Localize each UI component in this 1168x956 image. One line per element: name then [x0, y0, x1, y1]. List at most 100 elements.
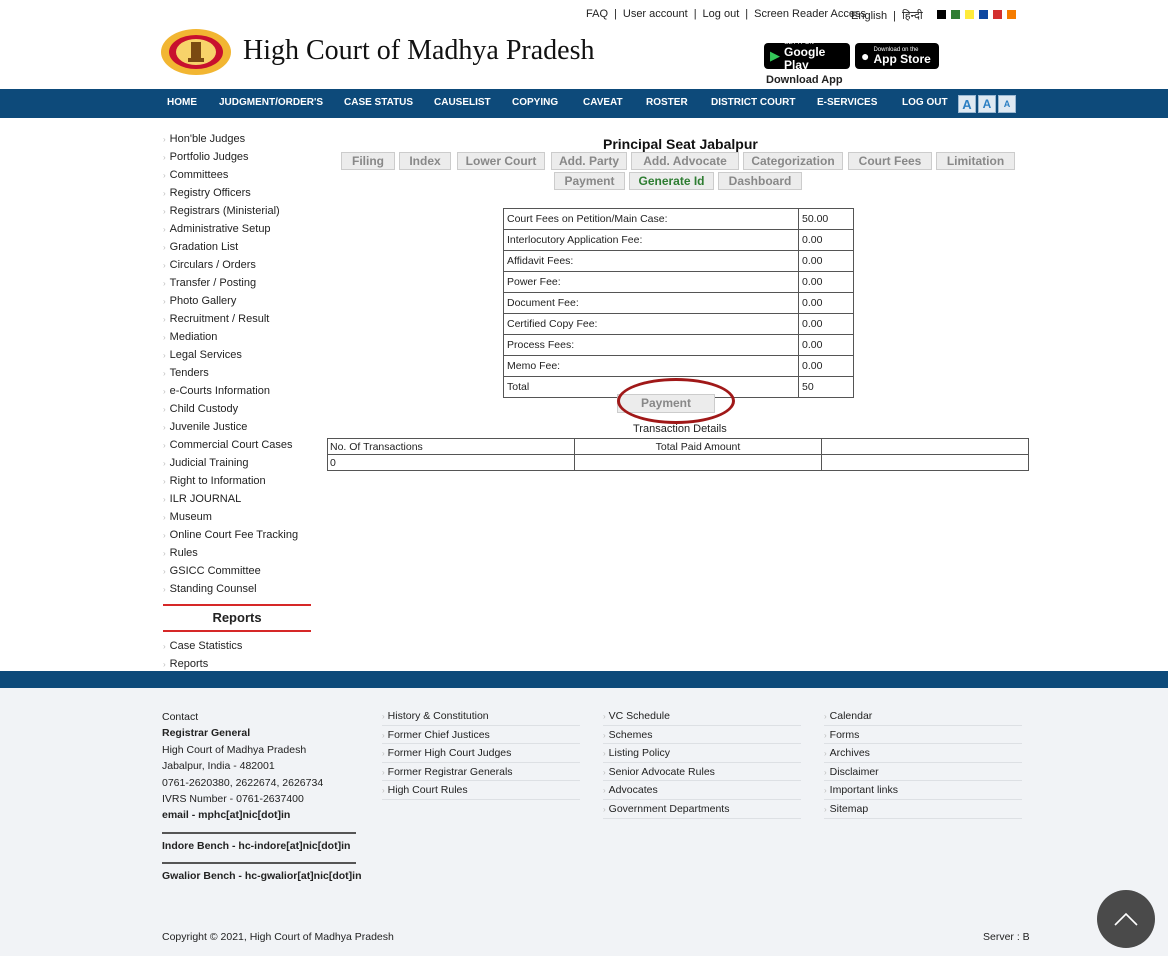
- sidebar-item-juvenile-justice[interactable]: › Juvenile Justice: [163, 419, 313, 437]
- copyright: Copyright © 2021, High Court of Madhya P…: [162, 931, 394, 943]
- nav-district-court[interactable]: DISTRICT COURT: [711, 97, 795, 108]
- footer-link-archives[interactable]: › Archives: [824, 744, 1022, 763]
- tab-dashboard[interactable]: Dashboard: [718, 172, 802, 190]
- sidebar-item-child-custody[interactable]: › Child Custody: [163, 401, 313, 419]
- footer-link-vc-schedule[interactable]: › VC Schedule: [603, 707, 801, 726]
- footer-link-forms[interactable]: › Forms: [824, 726, 1022, 745]
- sidebar-item-ilr-journal[interactable]: › ILR JOURNAL: [163, 491, 313, 509]
- nav-home[interactable]: HOME: [167, 97, 197, 108]
- theme-swatch-yellow[interactable]: [965, 10, 974, 19]
- font-decrease-button[interactable]: A: [998, 95, 1016, 113]
- sidebar-item-judicial-training[interactable]: › Judicial Training: [163, 455, 313, 473]
- tab-index[interactable]: Index: [399, 152, 451, 170]
- sidebar-item-committees[interactable]: › Committees: [163, 167, 313, 185]
- app-store-button[interactable]: ● Download on the App Store: [855, 43, 939, 69]
- tab-categorization[interactable]: Categorization: [743, 152, 843, 170]
- footer-link-listing-policy[interactable]: › Listing Policy: [603, 744, 801, 763]
- sidebar-item-right-to-information[interactable]: › Right to Information: [163, 473, 313, 491]
- nav-causelist[interactable]: CAUSELIST: [434, 97, 491, 108]
- sidebar-item-recruitment-result[interactable]: › Recruitment / Result: [163, 311, 313, 329]
- footer-link-former-registrar-generals[interactable]: › Former Registrar Generals: [382, 763, 580, 782]
- payment-button[interactable]: Payment: [617, 394, 715, 413]
- sidebar-item-museum[interactable]: › Museum: [163, 509, 313, 527]
- sidebar-item-hon-ble-judges[interactable]: › Hon'ble Judges: [163, 131, 313, 149]
- footer-link-advocates[interactable]: › Advocates: [603, 781, 801, 800]
- sidebar-item-e-courts-information[interactable]: › e-Courts Information: [163, 383, 313, 401]
- theme-swatch-red[interactable]: [993, 10, 1002, 19]
- play-icon: ▶: [770, 48, 780, 63]
- fee-value: 50: [798, 376, 854, 398]
- table-row: Memo Fee: 0.00: [503, 355, 854, 377]
- divider: [162, 831, 356, 834]
- font-normal-button[interactable]: A: [978, 95, 996, 113]
- sidebar-item-gsicc-committee[interactable]: › GSICC Committee: [163, 563, 313, 581]
- sidebar-item-administrative-setup[interactable]: › Administrative Setup: [163, 221, 313, 239]
- theme-swatch-green[interactable]: [951, 10, 960, 19]
- sidebar-item-circulars-orders[interactable]: › Circulars / Orders: [163, 257, 313, 275]
- lang-english-link[interactable]: English: [851, 10, 887, 22]
- report-item-case-statistics[interactable]: › Case Statistics: [163, 638, 313, 656]
- sidebar-item-rules[interactable]: › Rules: [163, 545, 313, 563]
- nav-judgment-orders[interactable]: JUDGMENT/ORDER'S: [219, 97, 323, 108]
- sidebar-item-mediation[interactable]: › Mediation: [163, 329, 313, 347]
- tab-court-fees[interactable]: Court Fees: [848, 152, 932, 170]
- sidebar-item-commercial-court-cases[interactable]: › Commercial Court Cases: [163, 437, 313, 455]
- nav-copying[interactable]: COPYING: [512, 97, 558, 108]
- footer-link-high-court-rules[interactable]: › High Court Rules: [382, 781, 580, 800]
- footer-link-schemes[interactable]: › Schemes: [603, 726, 801, 745]
- log-out-link[interactable]: Log out: [703, 8, 740, 20]
- sidebar-item-registry-officers[interactable]: › Registry Officers: [163, 185, 313, 203]
- top-utility-bar: FAQ | User account | Log out | Screen Reader A…: [0, 8, 1168, 24]
- site-title[interactable]: High Court of Madhya Pradesh: [243, 35, 595, 67]
- footer-link-former-high-court-judges[interactable]: › Former High Court Judges: [382, 744, 580, 763]
- footer-link-disclaimer[interactable]: › Disclaimer: [824, 763, 1022, 782]
- footer-link-former-chief-justices[interactable]: › Former Chief Justices: [382, 726, 580, 745]
- footer-link-sitemap[interactable]: › Sitemap: [824, 800, 1022, 819]
- sidebar-item-transfer-posting[interactable]: › Transfer / Posting: [163, 275, 313, 293]
- tab-filing[interactable]: Filing: [341, 152, 395, 170]
- fee-value: 0.00: [798, 292, 854, 314]
- sidebar-item-photo-gallery[interactable]: › Photo Gallery: [163, 293, 313, 311]
- chevron-right-icon: ›: [163, 660, 166, 669]
- high-court-emblem-logo[interactable]: [160, 28, 232, 76]
- sidebar-item-tenders[interactable]: › Tenders: [163, 365, 313, 383]
- sidebar-item-legal-services[interactable]: › Legal Services: [163, 347, 313, 365]
- tab-generate-id[interactable]: Generate Id: [629, 172, 714, 190]
- font-increase-button[interactable]: A: [958, 95, 976, 113]
- tab-lower-court[interactable]: Lower Court: [457, 152, 545, 170]
- table-header-row: No. Of Transactions Total Paid Amount: [327, 438, 1029, 455]
- nav-case-status[interactable]: CASE STATUS: [344, 97, 413, 108]
- footer-link-calendar[interactable]: › Calendar: [824, 707, 1022, 726]
- sidebar-item-portfolio-judges[interactable]: › Portfolio Judges: [163, 149, 313, 167]
- tab-add-advocate[interactable]: Add. Advocate: [631, 152, 739, 170]
- footer-link-history-constitution[interactable]: › History & Constitution: [382, 707, 580, 726]
- lang-hindi-link[interactable]: हिन्दी: [902, 10, 923, 22]
- footer-link-label: Important links: [829, 784, 898, 797]
- footer-link-government-departments[interactable]: › Government Departments: [603, 800, 801, 819]
- sidebar-item-gradation-list[interactable]: › Gradation List: [163, 239, 313, 257]
- chevron-right-icon: ›: [163, 387, 166, 396]
- nav-e-services[interactable]: E-SERVICES: [817, 97, 877, 108]
- google-play-button[interactable]: ▶ GET IT ON Google Play: [764, 40, 850, 72]
- table-row: Affidavit Fees: 0.00: [503, 250, 854, 272]
- theme-swatch-black[interactable]: [937, 10, 946, 19]
- phone-numbers: 0761-2620380, 2622674, 2626734: [162, 776, 324, 789]
- tab-limitation[interactable]: Limitation: [936, 152, 1015, 170]
- screen-reader-link[interactable]: Screen Reader Access: [754, 8, 866, 20]
- nav-roster[interactable]: ROSTER: [646, 97, 688, 108]
- footer-link-senior-advocate-rules[interactable]: › Senior Advocate Rules: [603, 763, 801, 782]
- theme-swatch-orange[interactable]: [1007, 10, 1016, 19]
- tab-add-party[interactable]: Add. Party: [551, 152, 627, 170]
- faq-link[interactable]: FAQ: [586, 8, 608, 20]
- tab-payment[interactable]: Payment: [554, 172, 625, 190]
- back-to-top-button[interactable]: [1097, 890, 1155, 948]
- sidebar-item-standing-counsel[interactable]: › Standing Counsel: [163, 581, 313, 599]
- theme-swatch-blue[interactable]: [979, 10, 988, 19]
- nav-caveat[interactable]: CAVEAT: [583, 97, 623, 108]
- user-account-link[interactable]: User account: [623, 8, 688, 20]
- nav-log-out[interactable]: LOG OUT: [902, 97, 948, 108]
- table-row: Interlocutory Application Fee: 0.00: [503, 229, 854, 251]
- sidebar-item-online-court-fee-tracking[interactable]: › Online Court Fee Tracking: [163, 527, 313, 545]
- footer-link-important-links[interactable]: › Important links: [824, 781, 1022, 800]
- sidebar-item-registrars-ministerial[interactable]: › Registrars (Ministerial): [163, 203, 313, 221]
